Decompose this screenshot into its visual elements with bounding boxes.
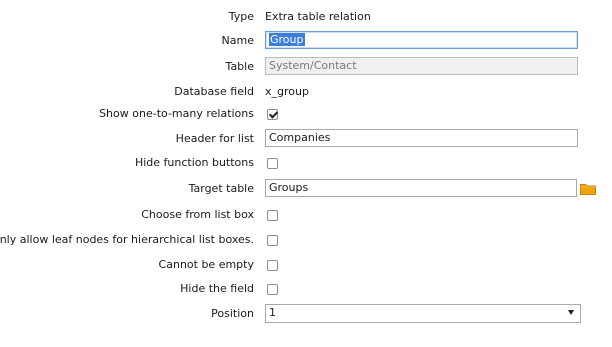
chevron-down-icon[interactable] (568, 310, 574, 315)
target-table-label: Target table (188, 182, 254, 195)
database-field-label: Database field (174, 85, 254, 98)
hide-function-buttons-label: Hide function buttons (134, 156, 254, 169)
show-one-to-many-label: Show one-to-many relations (99, 107, 254, 120)
type-value: Extra table relation (265, 10, 371, 23)
hide-the-field-label: Hide the field (180, 282, 254, 295)
cannot-be-empty-label: Cannot be empty (158, 258, 254, 271)
table-label: Table (225, 60, 254, 73)
position-label: Position (211, 307, 254, 320)
name-input-value: Group (269, 33, 305, 46)
hide-function-buttons-checkbox[interactable] (267, 158, 278, 169)
cannot-be-empty-checkbox[interactable] (267, 260, 278, 271)
only-leaf-nodes-checkbox[interactable] (267, 235, 278, 246)
hide-the-field-checkbox[interactable] (267, 284, 278, 295)
position-select[interactable]: 1 (265, 304, 581, 323)
type-label: Type (228, 10, 254, 23)
folder-icon[interactable] (580, 183, 596, 195)
name-input[interactable]: Group (265, 31, 578, 49)
target-table-input[interactable]: Groups (265, 179, 577, 197)
header-for-list-value: Companies (269, 131, 331, 144)
choose-from-list-box-label: Choose from list box (141, 208, 254, 221)
header-for-list-label: Header for list (175, 132, 254, 145)
show-one-to-many-checkbox[interactable] (267, 109, 278, 120)
choose-from-list-box-checkbox[interactable] (267, 210, 278, 221)
target-table-value: Groups (269, 181, 309, 194)
name-label: Name (221, 34, 254, 47)
position-select-value: 1 (269, 306, 276, 319)
header-for-list-input[interactable]: Companies (265, 129, 578, 147)
table-input-value: System/Contact (269, 59, 357, 72)
table-input: System/Contact (265, 57, 578, 75)
database-field-value: x_group (265, 85, 309, 98)
only-leaf-nodes-label: Only allow leaf nodes for hierarchical l… (0, 233, 254, 246)
